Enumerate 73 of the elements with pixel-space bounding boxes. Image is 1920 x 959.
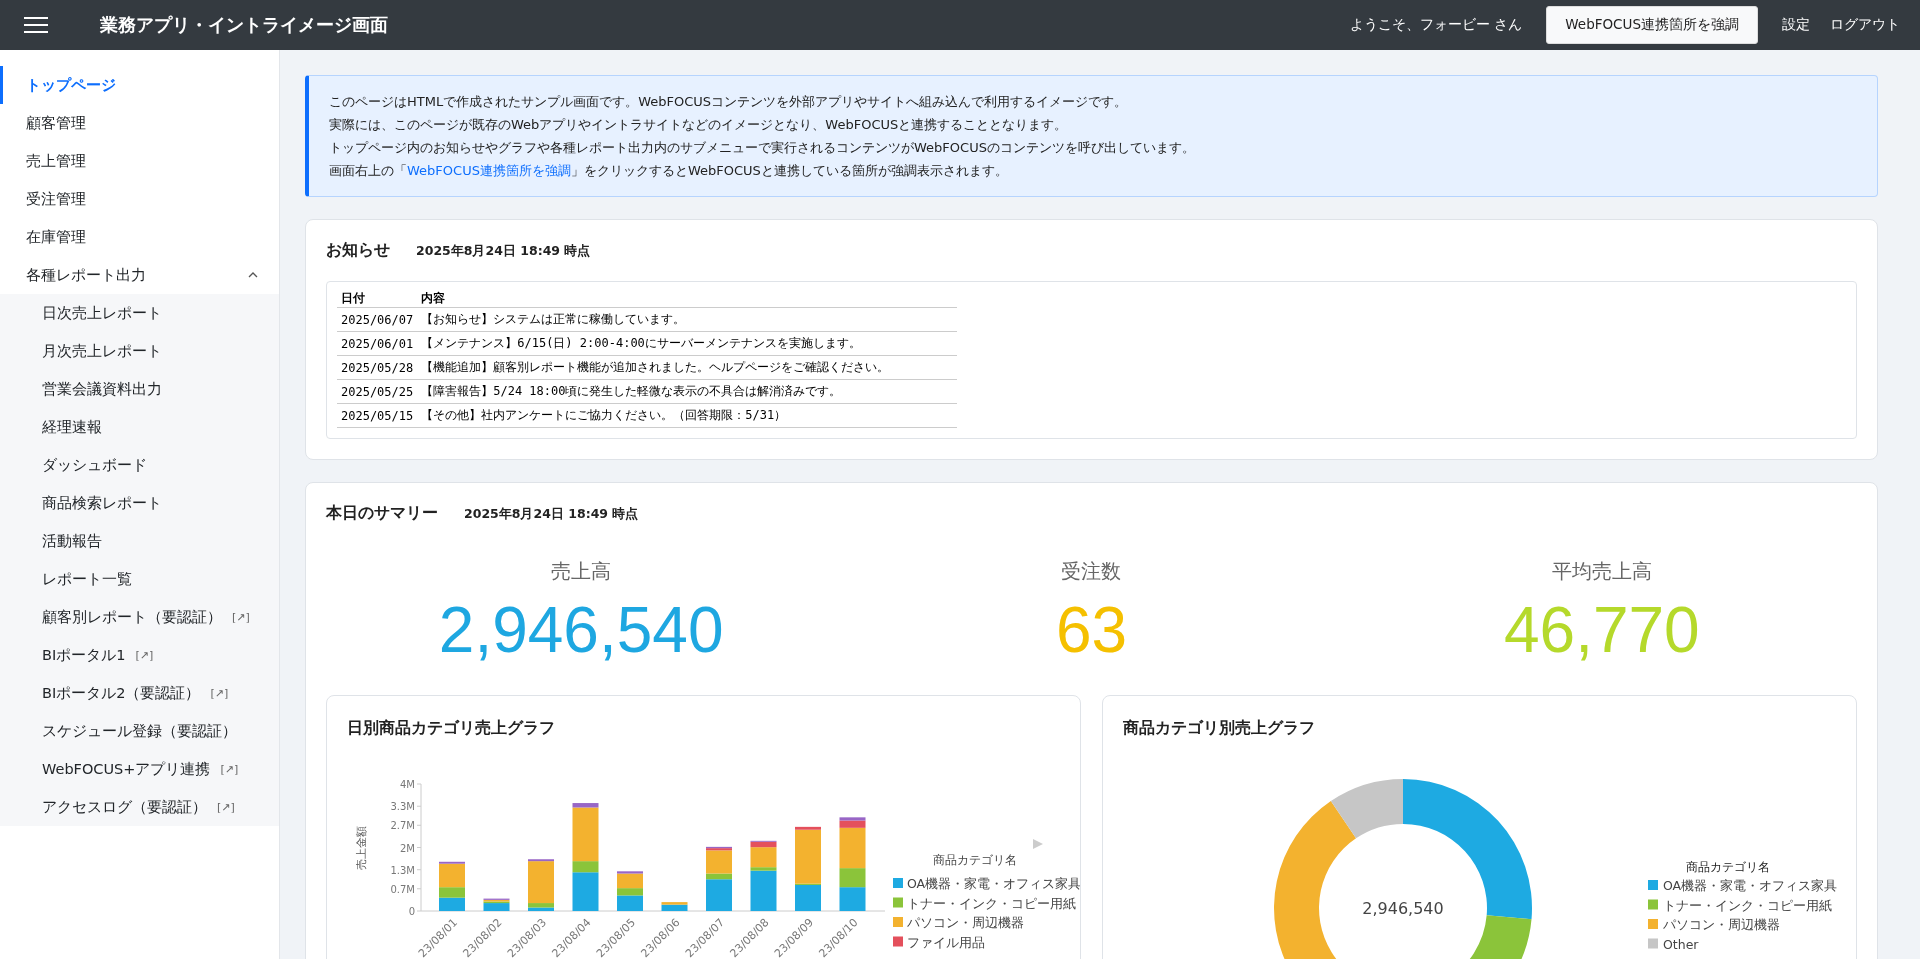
sidebar-subitem[interactable]: レポート一覧	[0, 560, 279, 598]
legend-item: OA機器・家電・オフィス家具	[1648, 878, 1838, 893]
kpi-label: 受注数	[1061, 559, 1122, 583]
info-text: トップページ内のお知らせやグラフや各種レポート出力内のサブメニューで実行されるコンテンツがWebFOCUSのコンテンツを呼び出しています。	[329, 139, 1196, 157]
y-tick-label: 2M	[400, 842, 415, 854]
legend-title: 商品カテゴリ名	[933, 853, 1017, 867]
chart-title: 商品カテゴリ別売上グラフ	[1123, 718, 1316, 739]
app-title: 業務アプリ・イントライメージ画面	[100, 13, 388, 37]
donut-center-total: 2,946,540	[1362, 899, 1444, 918]
legend-item: Other	[1648, 936, 1699, 952]
legend-item: ファイル用品	[893, 934, 985, 950]
kpi-label: 平均売上高	[1551, 559, 1652, 583]
table-cell: 【機能追加】顧客別レポート機能が追加されました。ヘルプページをご確認ください。	[417, 355, 957, 380]
legend-item: OA機器・家電・オフィス家具	[893, 876, 1080, 891]
table-cell: 2025/06/01	[337, 331, 418, 356]
legend-title: 商品カテゴリ名	[1686, 860, 1770, 874]
sidebar-subitem[interactable]: 日次売上レポート	[0, 294, 279, 332]
info-text: このページはHTMLで作成されたサンプル画面です。WebFOCUSコンテンツを外部アプリやサイトへ組み込んで利用するイメージです。	[329, 93, 1129, 111]
sidebar-subitem[interactable]: スケジュール登録（要認証）	[0, 712, 279, 750]
sidebar-subitem[interactable]: 商品検索レポート	[0, 484, 279, 522]
y-tick-label: 3.3M	[390, 801, 415, 813]
legend-item: トナー・インク・コピー用紙	[1648, 897, 1832, 913]
sidebar-subitem[interactable]: BIポータル1 [↗]	[0, 636, 279, 674]
timestamp: 2025年8月24日 18:49 時点	[464, 506, 639, 523]
chart-title: 日別商品カテゴリ売上グラフ	[347, 718, 556, 739]
highlight-button[interactable]: WebFOCUS連携箇所を強調	[1546, 6, 1758, 44]
external-link-icon: [↗]	[217, 800, 235, 814]
kpi-label: 売上高	[551, 559, 612, 583]
header-link[interactable]: 設定	[1782, 16, 1810, 34]
welcome-text: ようこそ、フォービー さん	[1350, 16, 1523, 34]
table-cell: 【その他】社内アンケートにご協力ください。（回答期限：5/31）	[417, 403, 957, 428]
sidebar-subitem[interactable]: 活動報告	[0, 522, 279, 560]
table-cell: 2025/05/15	[337, 403, 418, 428]
info-text: 実際には、このページが既存のWebアプリやイントラサイトなどのイメージとなり、WebFOCUSと連携することとなります。	[329, 116, 1069, 134]
card-title: 本日のサマリー	[326, 503, 438, 524]
column-header: 内容	[417, 290, 957, 308]
y-tick-label: 0.7M	[390, 883, 415, 895]
external-link-icon: [↗]	[232, 610, 250, 624]
legend-item: パソコン・周辺機器	[1648, 917, 1780, 932]
table-cell: 2025/05/25	[337, 379, 418, 404]
table-cell: 【障害報告】5/24 18:00頃に発生した軽微な表示の不具合は解消済みです。	[417, 379, 957, 404]
column-header: 日付	[337, 290, 418, 308]
sidebar-subitem[interactable]: 営業会議資料出力	[0, 370, 279, 408]
external-link-icon: [↗]	[210, 686, 229, 700]
y-axis-title: 売上金額	[355, 825, 368, 870]
legend-item: パソコン・周辺機器	[893, 915, 1024, 930]
legend-label: ファイル用品	[907, 934, 985, 950]
header-link[interactable]: ログアウト	[1830, 16, 1900, 34]
table-cell: 【メンテナンス】6/15(日) 2:00-4:00にサーバーメンテナンスを実施します。	[417, 331, 957, 356]
table-cell: 2025/06/07	[337, 307, 418, 332]
external-link-icon: [↗]	[135, 648, 154, 662]
timestamp: 2025年8月24日 18:49 時点	[416, 243, 591, 260]
kpi-value: 63	[1055, 594, 1128, 666]
kpi-value: 2,946,540	[438, 594, 724, 666]
y-tick-label: 2.7M	[390, 820, 415, 832]
y-tick-label: 4M	[400, 779, 415, 790]
y-tick-label: 0	[408, 906, 415, 917]
card-title: お知らせ	[326, 240, 390, 261]
legend-item: トナー・インク・コピー用紙	[893, 895, 1076, 911]
highlight-link[interactable]: WebFOCUS連携箇所を強調	[407, 163, 571, 178]
info-text: 画面右上の「WebFOCUS連携箇所を強調」をクリックするとWebFOCUSと連携している箇所が強調表示されます。	[329, 162, 1009, 180]
table-cell: 2025/05/28	[337, 355, 418, 380]
sidebar-subitem[interactable]: ダッシュボード	[0, 446, 279, 484]
sidebar-subitem[interactable]: 顧客別レポート（要認証） [↗]	[0, 598, 279, 636]
table-cell: 【お知らせ】システムは正常に稼働しています。	[417, 307, 957, 332]
sidebar-subitem[interactable]: アクセスログ（要認証） [↗]	[0, 788, 279, 826]
y-tick-label: 1.3M	[390, 864, 415, 876]
sidebar-subitem[interactable]: WebFOCUS+アプリ連携 [↗]	[0, 750, 279, 788]
kpi-value: 46,770	[1503, 594, 1700, 666]
sidebar-subitem[interactable]: BIポータル2（要認証） [↗]	[0, 674, 279, 712]
sidebar-subitem[interactable]: 月次売上レポート	[0, 332, 279, 370]
sidebar-subitem[interactable]: 経理速報	[0, 408, 279, 446]
external-link-icon: [↗]	[220, 762, 239, 776]
